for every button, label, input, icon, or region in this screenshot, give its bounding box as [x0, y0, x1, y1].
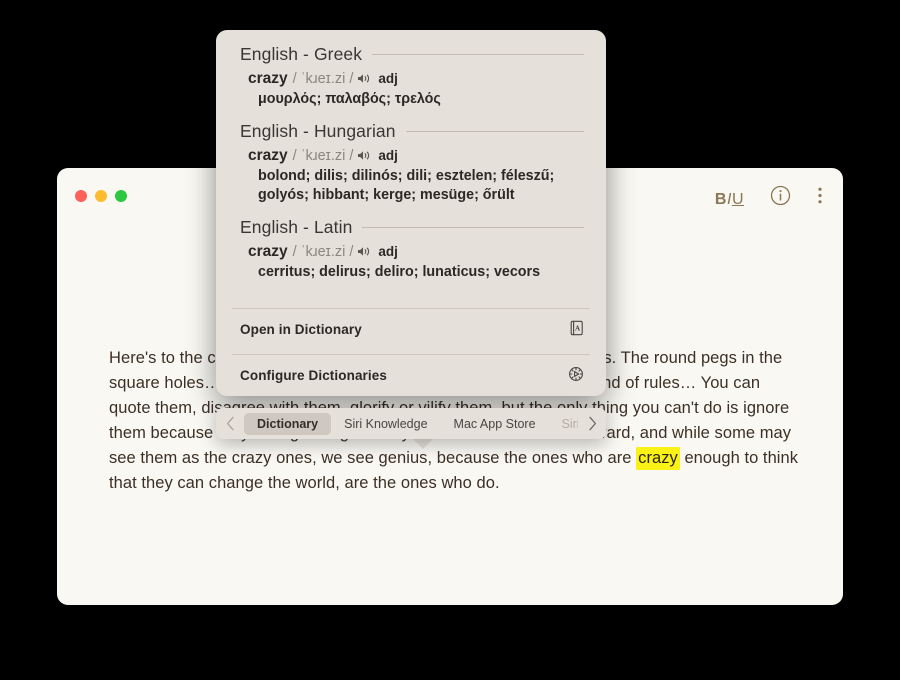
section-header: English - Hungarian — [240, 121, 584, 142]
section-divider — [372, 54, 584, 55]
headword-line: crazy / ˈkɹeɪ.zi / adj — [240, 70, 584, 88]
underline-icon[interactable]: U — [732, 191, 744, 208]
sense-list: μουρλός; παλαβός; τρελός — [240, 90, 584, 109]
part-of-speech: adj — [378, 148, 398, 163]
speaker-icon[interactable] — [357, 244, 370, 262]
dictionary-section: English - Hungarian crazy / ˈkɹeɪ.zi / a… — [216, 121, 606, 217]
scroll-right-icon[interactable] — [578, 416, 606, 431]
headword: crazy — [248, 243, 288, 260]
toolbar-actions: BIU — [715, 185, 823, 211]
tab-list: Dictionary Siri Knowledge Mac App Store … — [244, 408, 578, 439]
section-title: English - Hungarian — [240, 121, 396, 141]
sense-line: bolond; dilis; dilinós; dili; esztelen; … — [258, 168, 555, 184]
section-header: English - Greek — [240, 44, 584, 65]
dictionary-popover: English - Greek crazy / ˈkɹeɪ.zi / adj μ… — [216, 30, 606, 396]
dictionary-book-icon: A — [569, 320, 584, 339]
dictionary-results-list[interactable]: English - Greek crazy / ˈkɹeɪ.zi / adj μ… — [216, 30, 606, 304]
sense-line: cerritus; delirus; deliro; lunaticus; ve… — [258, 264, 541, 280]
highlighted-word[interactable]: crazy — [636, 447, 680, 470]
headword-line: crazy / ˈkɹeɪ.zi / adj — [240, 243, 584, 261]
sense-list: cerritus; delirus; deliro; lunaticus; ve… — [240, 263, 584, 282]
info-icon[interactable] — [770, 185, 791, 211]
more-options-icon[interactable] — [817, 185, 823, 211]
dictionary-section: English - Greek crazy / ˈkɹeɪ.zi / adj μ… — [216, 44, 606, 121]
configure-dictionaries-label: Configure Dictionaries — [240, 368, 387, 383]
text-format-button[interactable]: BIU — [715, 189, 744, 208]
sense-line: golyós; hibbant; kerge; mesüge; őrült — [258, 187, 515, 203]
svg-text:A: A — [575, 325, 580, 333]
section-divider — [405, 131, 584, 132]
tab-siri-knowledge[interactable]: Siri Knowledge — [331, 413, 440, 435]
maximize-window-button[interactable] — [115, 190, 127, 202]
scroll-left-icon[interactable] — [216, 416, 244, 431]
headword: crazy — [248, 147, 288, 164]
sense-line: μουρλός; παλαβός; τρελός — [258, 91, 441, 107]
tab-siri-suggestions[interactable]: Siri Sug — [549, 413, 578, 435]
popover-pointer-tail — [412, 438, 434, 449]
dictionary-entry: crazy / ˈkɹeɪ.zi / adj μουρλός; παλαβός;… — [240, 68, 584, 121]
pronunciation: / ˈkɹeɪ.zi / — [292, 148, 354, 164]
dictionary-entry: crazy / ˈkɹeɪ.zi / adj bolond; dilis; di… — [240, 145, 584, 217]
section-header: English - Latin — [240, 217, 584, 238]
section-title: English - Greek — [240, 44, 363, 64]
open-in-dictionary-row[interactable]: Open in Dictionary A — [216, 309, 606, 350]
traffic-light-controls — [75, 190, 127, 202]
tab-mac-app-store[interactable]: Mac App Store — [441, 413, 549, 435]
part-of-speech: adj — [378, 244, 398, 259]
bold-icon[interactable]: B — [715, 191, 727, 208]
open-in-dictionary-label: Open in Dictionary — [240, 322, 362, 337]
speaker-icon[interactable] — [357, 148, 370, 166]
close-window-button[interactable] — [75, 190, 87, 202]
dictionary-source-tabbar: Dictionary Siri Knowledge Mac App Store … — [216, 408, 606, 439]
section-divider — [362, 227, 584, 228]
speaker-icon[interactable] — [357, 71, 370, 89]
gear-play-icon — [568, 366, 584, 385]
pronunciation: / ˈkɹeɪ.zi / — [292, 244, 354, 260]
dictionary-entry: crazy / ˈkɹeɪ.zi / adj cerritus; delirus… — [240, 241, 584, 294]
tab-dictionary[interactable]: Dictionary — [244, 412, 332, 435]
section-title: English - Latin — [240, 217, 353, 237]
sense-list: bolond; dilis; dilinós; dili; esztelen; … — [240, 167, 584, 205]
dictionary-section: English - Latin crazy / ˈkɹeɪ.zi / adj c… — [216, 217, 606, 294]
headword: crazy — [248, 70, 288, 87]
part-of-speech: adj — [378, 71, 398, 86]
pronunciation: / ˈkɹeɪ.zi / — [292, 71, 354, 87]
configure-dictionaries-row[interactable]: Configure Dictionaries — [216, 355, 606, 396]
headword-line: crazy / ˈkɹeɪ.zi / adj — [240, 147, 584, 165]
minimize-window-button[interactable] — [95, 190, 107, 202]
